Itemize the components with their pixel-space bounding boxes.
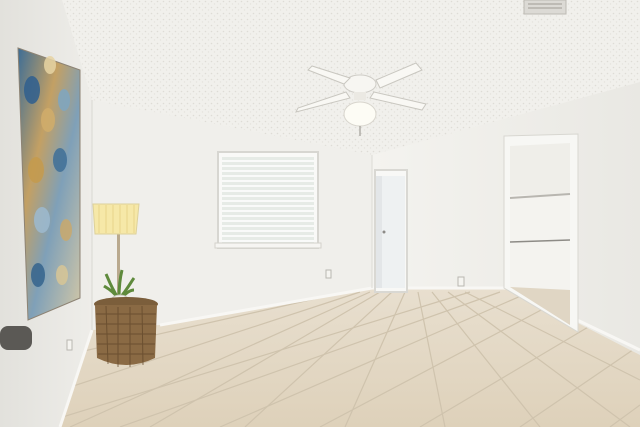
window-blinds xyxy=(214,151,322,249)
door-stop xyxy=(0,326,32,350)
woven-side-table xyxy=(94,297,158,367)
room-photo xyxy=(0,0,640,427)
wall-artwork xyxy=(17,47,81,321)
outlet xyxy=(66,339,73,351)
interior-door xyxy=(374,169,408,293)
fan-light xyxy=(343,101,377,127)
outlet xyxy=(325,269,332,279)
air-vent-icon xyxy=(523,0,567,15)
outlet xyxy=(457,276,465,287)
